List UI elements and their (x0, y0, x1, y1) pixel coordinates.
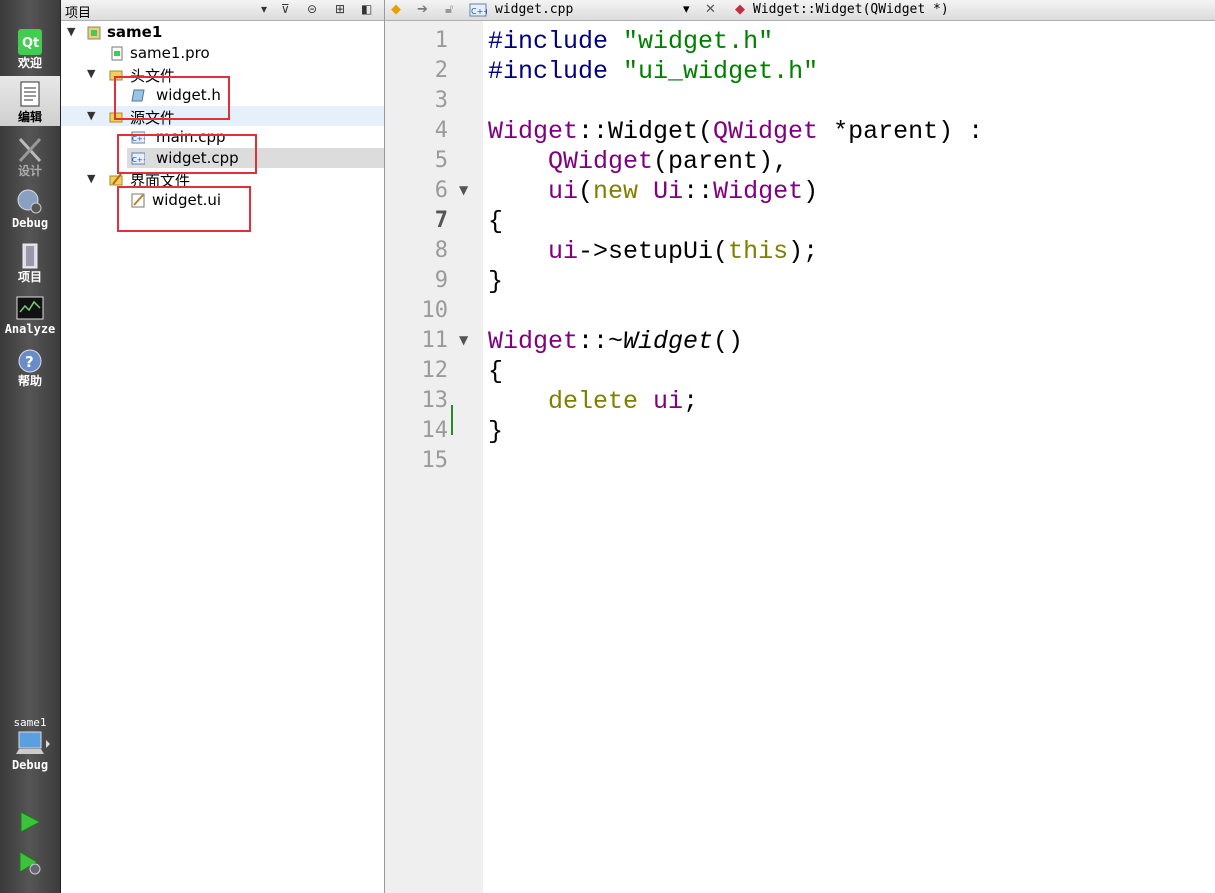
code-line: Widget::Widget(QWidget *parent) : (488, 117, 984, 146)
lock-icon: 🔓︎ (445, 2, 454, 17)
svg-text:Qt: Qt (22, 36, 39, 51)
svg-text:C++: C++ (471, 7, 487, 16)
current-symbol[interactable]: Widget::Widget(QWidget *) (753, 2, 949, 17)
file-dropdown-icon[interactable]: ▾ (683, 2, 690, 17)
svg-text:?: ? (25, 353, 34, 371)
project-panel: 项目 ▾ ⊽ ⊝ ⊞ ◧ ▼ same1 same1.pro ▼ 头文件 wid… (61, 0, 385, 893)
chevron-down-icon[interactable]: ▼ (87, 172, 95, 185)
qt-logo-icon: Qt (18, 29, 42, 55)
code-line: } (488, 267, 504, 296)
panel-dropdown-icon[interactable]: ▾ (261, 2, 267, 16)
line-number: 10 (421, 298, 449, 323)
mode-label: Debug (11, 216, 49, 230)
line-number: 11 (421, 328, 449, 353)
qt-project-icon (87, 26, 101, 40)
kit-selector[interactable]: same1 Debug (0, 716, 60, 788)
cpp-file-icon: C++ (469, 3, 487, 17)
mode-label: 项目 (17, 270, 42, 284)
chevron-down-icon[interactable]: ▼ (87, 67, 95, 80)
line-number: 13 (421, 388, 449, 413)
mode-label: 设计 (17, 164, 42, 178)
code-editor: ◆ ➔ 🔓︎ C++ widget.cpp ▾ ✕ ◆ Widget::Widg… (385, 0, 1215, 893)
line-number: 15 (421, 448, 449, 473)
sync-link-icon[interactable]: ⊝ (307, 2, 317, 16)
mode-edit[interactable]: 编辑 (0, 76, 60, 126)
kit-project-name: same1 (13, 716, 47, 729)
computer-icon (16, 731, 50, 754)
mode-label: Analyze (4, 322, 56, 336)
tree-item-same1[interactable]: ▼ same1 (61, 22, 384, 42)
fold-chevron-icon[interactable]: ▼ (459, 183, 468, 197)
tree-item-label: same1.pro (130, 44, 210, 62)
line-number: 1 (434, 28, 448, 53)
code-line: Widget::~Widget() (488, 327, 744, 356)
line-number: 3 (434, 88, 448, 113)
close-file-icon[interactable]: ✕ (705, 2, 716, 17)
filter-icon[interactable]: ⊽ (281, 2, 290, 16)
symbol-icon: ◆ (735, 2, 745, 17)
code-line: { (488, 207, 504, 236)
fold-chevron-icon[interactable]: ▼ (459, 333, 468, 347)
line-number: 12 (421, 358, 449, 383)
project-panel-toolbar: 项目 ▾ ⊽ ⊝ ⊞ ◧ (61, 0, 384, 21)
open-file-name[interactable]: widget.cpp (495, 2, 573, 17)
debug-run-icon (19, 851, 41, 875)
line-number-gutter: 1 2 3 4 5 6 ▼ 7 8 9 10 11 ▼ 12 13 14 15 (385, 21, 483, 893)
analyze-monitor-icon (16, 296, 44, 320)
pro-file-icon (111, 46, 123, 61)
highlight-box (114, 76, 230, 120)
code-line: #include "ui_widget.h" (488, 57, 819, 86)
highlight-box (117, 134, 257, 174)
debug-bug-icon (17, 189, 42, 214)
chevron-down-icon[interactable]: ▼ (67, 25, 75, 38)
code-line: ui(new Ui::Widget) (548, 177, 819, 206)
project-panel-title: 项目 (65, 6, 92, 21)
back-arrow-icon[interactable]: ◆ (391, 2, 401, 17)
run-button[interactable] (0, 810, 60, 838)
close-panel-icon[interactable]: ◧ (361, 2, 372, 16)
chevron-down-icon[interactable]: ▼ (87, 109, 95, 122)
code-line: #include "widget.h" (488, 27, 774, 56)
line-number: 9 (434, 268, 448, 293)
change-marker (451, 405, 453, 435)
line-number: 4 (434, 118, 448, 143)
kit-build-config: Debug (11, 758, 49, 772)
line-number: 5 (434, 148, 448, 173)
highlight-box (117, 186, 251, 232)
code-line: { (488, 357, 504, 386)
debug-run-button[interactable] (0, 850, 60, 880)
mode-label: 编辑 (17, 110, 42, 124)
code-line: QWidget(parent), (548, 147, 789, 176)
mode-welcome[interactable]: Qt 欢迎 (0, 28, 60, 72)
help-icon: ? (18, 349, 42, 373)
line-number: 2 (434, 58, 448, 83)
editor-toolbar: ◆ ➔ 🔓︎ C++ widget.cpp ▾ ✕ ◆ Widget::Widg… (385, 0, 1215, 21)
edit-document-icon (20, 81, 40, 107)
project-icon (22, 243, 38, 269)
folder-icon (109, 173, 123, 186)
forward-arrow-icon[interactable]: ➔ (417, 2, 428, 17)
code-line: ui->setupUi(this); (548, 237, 819, 266)
code-line: delete ui; (548, 387, 699, 416)
tree-item-pro-file[interactable]: same1.pro (61, 43, 384, 63)
split-icon[interactable]: ⊞ (335, 2, 345, 16)
mode-projects[interactable]: 项目 (0, 242, 60, 286)
line-number: 14 (421, 418, 449, 443)
mode-label: 帮助 (17, 374, 42, 388)
tree-item-label: same1 (107, 23, 163, 41)
mode-help[interactable]: ? 帮助 (0, 348, 60, 392)
line-number-current: 7 (434, 208, 448, 233)
line-number: 8 (434, 238, 448, 263)
mode-label: 欢迎 (17, 56, 42, 70)
mode-design[interactable]: 设计 (0, 136, 60, 180)
mode-selector-bar: Qt 欢迎 编辑 设计 Debug 项目 Analyze ? 帮助 same1 … (0, 0, 61, 893)
line-number: 6 (434, 178, 448, 203)
mode-analyze[interactable]: Analyze (0, 296, 60, 340)
run-icon (20, 811, 42, 833)
code-line: } (488, 417, 504, 446)
mode-debug[interactable]: Debug (0, 188, 60, 232)
design-tools-icon (18, 137, 42, 163)
